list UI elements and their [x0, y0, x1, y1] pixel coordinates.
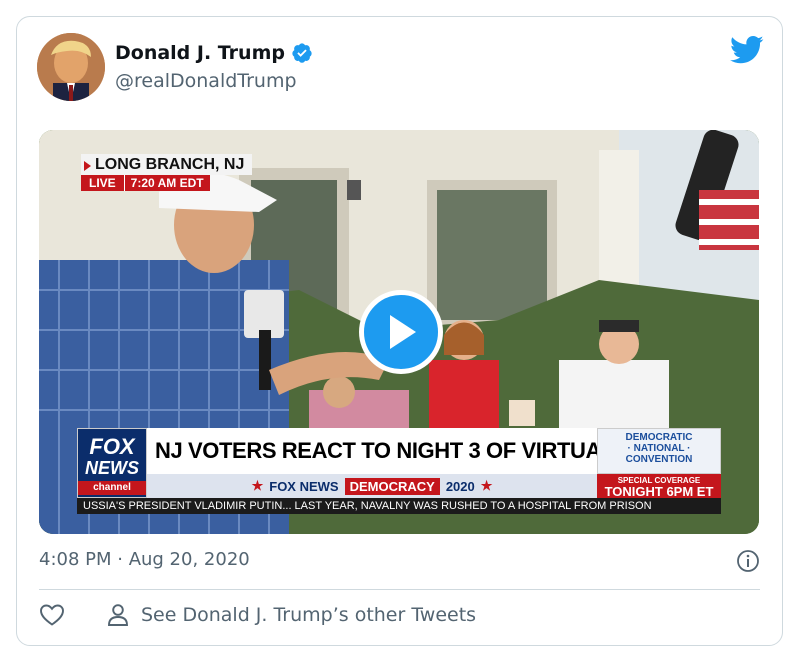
- twitter-bird-icon[interactable]: [730, 35, 764, 65]
- subbar-brand: FOX NEWS: [269, 478, 339, 494]
- dnc-line1: DEMOCRATIC: [625, 432, 693, 443]
- logo-channel-text: channel: [78, 481, 146, 495]
- fox-news-logo: FOX NEWS channel: [77, 428, 147, 498]
- divider: [39, 589, 760, 590]
- news-chyron: FOX NEWS channel NJ VOTERS REACT TO NIGH…: [77, 428, 721, 514]
- dnc-time: TONIGHT 6PM ET: [604, 484, 714, 499]
- avatar[interactable]: [37, 33, 105, 101]
- logo-news-text: NEWS: [85, 458, 139, 478]
- tweet-timestamp[interactable]: 4:08 PM · Aug 20, 2020: [39, 549, 250, 570]
- info-icon[interactable]: [736, 549, 760, 573]
- live-badge: LIVE: [81, 175, 124, 191]
- display-name[interactable]: Donald J. Trump: [115, 42, 285, 64]
- handle[interactable]: @realDonaldTrump: [115, 70, 313, 92]
- star-icon: ★: [480, 478, 493, 493]
- subbar-topic: DEMOCRACY: [344, 477, 440, 495]
- subbar-year: 2020: [445, 478, 475, 494]
- chyron-headline: NJ VOTERS REACT TO NIGHT 3 OF VIRTUAL DN…: [147, 428, 666, 474]
- heart-icon[interactable]: [39, 603, 65, 627]
- dnc-line2: · NATIONAL ·: [627, 443, 691, 454]
- chyron-subbar: ★ FOX NEWS DEMOCRACY 2020 ★: [147, 474, 597, 498]
- dnc-time-box: SPECIAL COVERAGE TONIGHT 6PM ET: [597, 474, 721, 498]
- dnc-line3: CONVENTION: [625, 454, 693, 465]
- play-icon: [390, 315, 416, 349]
- author-block[interactable]: Donald J. Trump @realDonaldTrump: [115, 42, 313, 92]
- tweet-card: Donald J. Trump @realDonaldTrump LONG BR…: [16, 16, 783, 646]
- location-lower-third: LONG BRANCH, NJ LIVE 7:20 AM EDT: [81, 154, 253, 191]
- logo-fox-text: FOX: [89, 434, 135, 459]
- dnc-box: DEMOCRATIC · NATIONAL · CONVENTION: [597, 428, 721, 474]
- tweet-actions: See Donald J. Trump’s other Tweets: [39, 603, 476, 627]
- live-time: 7:20 AM EDT: [123, 175, 210, 191]
- play-button[interactable]: [359, 290, 443, 374]
- other-tweets-link[interactable]: See Donald J. Trump’s other Tweets: [141, 604, 476, 626]
- person-icon: [108, 604, 128, 626]
- news-ticker: USSIA'S PRESIDENT VLADIMIR PUTIN... LAST…: [77, 498, 721, 514]
- verified-badge-icon: [292, 43, 312, 63]
- video-player[interactable]: LONG BRANCH, NJ LIVE 7:20 AM EDT FOX NEW…: [39, 130, 759, 534]
- star-icon: ★: [251, 478, 264, 493]
- location-label: LONG BRANCH, NJ: [81, 154, 253, 175]
